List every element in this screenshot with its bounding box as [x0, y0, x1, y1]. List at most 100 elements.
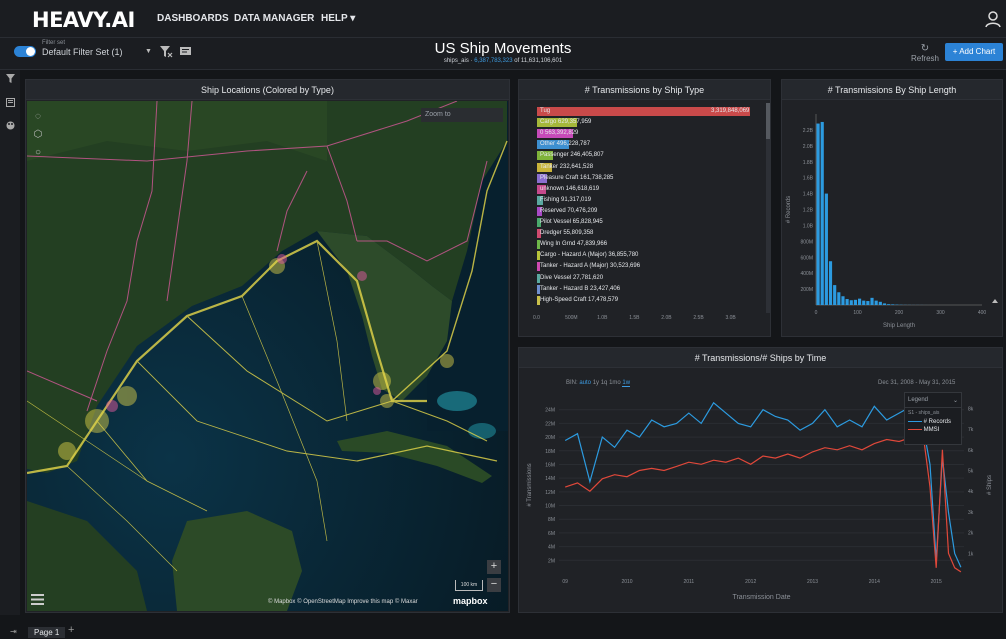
x-tick-label: 2015: [931, 579, 942, 585]
histogram-bar: [887, 304, 891, 305]
left-rail: [0, 70, 20, 615]
histogram-bar: [858, 298, 862, 305]
refresh-icon: ↻: [920, 43, 930, 54]
x-tick-label: 0: [815, 310, 818, 316]
zoom-out-button[interactable]: −: [487, 578, 501, 592]
filter-icon[interactable]: [6, 74, 15, 83]
histogram-bar: [828, 261, 833, 305]
bar-label-9: Reserved 70,476,209: [540, 207, 598, 214]
page-tab[interactable]: Page 1: [28, 627, 66, 638]
bar-label-16: Tanker - Hazard B 23,427,406: [540, 285, 621, 292]
y-tick-label: 8M: [548, 517, 555, 523]
histogram-bar: [874, 300, 878, 305]
bar-label-11: Dredger 55,809,358: [540, 230, 594, 237]
y-tick-label: 1.6B: [803, 176, 814, 182]
bar-label-17: High-Speed Craft 17,478,579: [540, 296, 619, 303]
nav-help[interactable]: HELP ▾: [321, 13, 355, 24]
y-tick-label: 2.0B: [803, 144, 814, 150]
lasso-tool-icon[interactable]: ◌: [31, 110, 45, 124]
bar-label-7: unknown 146,618,619: [540, 185, 600, 192]
bin-auto[interactable]: auto: [579, 380, 591, 386]
legend-title: Legend ⌄: [905, 393, 961, 408]
y-tick-label: 1.0B: [803, 223, 814, 229]
x-tick-label: 1.5B: [629, 315, 640, 321]
y-tick-label: 14M: [545, 476, 555, 482]
y-tick-label: 20M: [545, 435, 555, 441]
series-line-0: [564, 401, 962, 568]
x-tick-label: 09: [562, 579, 568, 585]
zoom-to-input[interactable]: Zoom to: [421, 108, 503, 122]
add-chart-button[interactable]: + Add Chart: [945, 43, 1003, 61]
dashboard-record-count: ships_ais · 6,387,783,323 of 11,631,106,…: [443, 58, 563, 64]
logo[interactable]: HEAVY.AI: [32, 8, 135, 32]
y-tick-label: 1.4B: [803, 192, 814, 198]
palette-icon[interactable]: [6, 121, 15, 130]
x-tick-label: 2010: [621, 579, 632, 585]
collapse-icon[interactable]: ⇥: [10, 627, 17, 636]
histogram-bar: [849, 300, 853, 305]
sql-icon[interactable]: [6, 98, 15, 107]
histogram-bar: [833, 285, 837, 305]
layers-icon[interactable]: [31, 594, 44, 605]
filtered-count: 6,387,783,323: [474, 58, 513, 64]
bar-label-10: Pilot Vessel 65,828,945: [540, 219, 603, 225]
bar-value-0: 3,319,848,069: [711, 108, 750, 114]
bin-1q[interactable]: 1q: [601, 380, 608, 386]
y2-tick-label: 4k: [968, 489, 974, 495]
map-panel-title[interactable]: Ship Locations (Colored by Type): [26, 80, 509, 100]
histogram-bar: [878, 301, 882, 305]
bin-selector: BIN: auto 1y 1q 1mo 1w: [566, 380, 631, 387]
ship-locations-map[interactable]: [27, 101, 508, 611]
mapbox-logo: mapbox: [453, 596, 488, 606]
bar-label-8: Fishing 91,317,019: [540, 196, 592, 203]
histogram-bar: [841, 296, 845, 305]
y-tick-label: 12M: [545, 490, 555, 496]
y-tick-label: 24M: [545, 408, 555, 414]
bin-1y[interactable]: 1y: [593, 380, 599, 386]
chart-legend[interactable]: Legend ⌄ S1 - ships_ais # Records MMSI: [904, 392, 962, 445]
lock-icon: [992, 299, 998, 303]
circle-tool-icon[interactable]: ○: [31, 146, 45, 160]
bar-label-13: Cargo - Hazard A (Major) 36,855,780: [540, 252, 639, 259]
legend-line-records: [908, 420, 922, 422]
y-tick-label: 4M: [548, 545, 555, 551]
ship-type-panel-title[interactable]: # Transmissions by Ship Type: [519, 80, 770, 100]
y2-tick-label: 3k: [968, 510, 974, 516]
x-tick-label: 2013: [807, 579, 818, 585]
add-page-button[interactable]: +: [68, 624, 74, 636]
bin-1w[interactable]: 1w: [622, 380, 631, 387]
histogram-bar: [853, 299, 857, 305]
nav-dashboards[interactable]: DASHBOARDS: [157, 13, 229, 24]
bar-label-14: Tanker - Hazard A (Major) 30,523,696: [540, 263, 641, 270]
ship-length-histogram[interactable]: 200M 400M 600M 800M 1.0B 1.2B 1.4B 1.6B 1.8B 2.0B…: [782, 100, 1002, 336]
refresh-label: Refresh: [910, 54, 939, 63]
scrollbar[interactable]: [766, 103, 770, 313]
x-tick-label: 500M: [565, 315, 578, 321]
bar-label-5: Tanker 232,641,528: [540, 163, 594, 170]
refresh-button[interactable]: ↻ Refresh: [910, 43, 940, 63]
histogram-bar: [870, 297, 874, 305]
dashboard-title[interactable]: US Ship Movements: [0, 40, 1006, 57]
zoom-in-button[interactable]: +: [487, 560, 501, 574]
bin-1mo[interactable]: 1mo: [609, 380, 621, 386]
user-icon[interactable]: [984, 10, 1002, 28]
bar-label-4: Passenger 246,405,807: [540, 152, 604, 159]
y-tick-label: 22M: [545, 421, 555, 427]
ship-length-panel-title[interactable]: # Transmissions By Ship Length: [782, 80, 1002, 100]
nav-data-manager[interactable]: DATA MANAGER: [234, 13, 314, 24]
table-name: ships_ais: [443, 58, 469, 64]
y-tick-label: 1.2B: [803, 208, 814, 214]
map-attribution[interactable]: © Mapbox © OpenStreetMap Improve this ma…: [268, 599, 418, 605]
map-canvas: [27, 101, 508, 611]
histogram-bar: [866, 301, 870, 305]
x-tick-label: 200: [895, 310, 904, 316]
y-tick-label: 2.2B: [803, 128, 814, 134]
x-tick-label: 2012: [745, 579, 756, 585]
bar-label-0: Tug: [540, 108, 551, 114]
time-panel-title[interactable]: # Transmissions/# Ships by Time: [519, 348, 1002, 368]
map-scale: 100 km: [455, 580, 483, 591]
histogram-bar: [824, 193, 828, 305]
polygon-tool-icon[interactable]: ⬡: [31, 128, 45, 142]
total-count: of 11,631,106,601: [514, 58, 563, 64]
y2-tick-label: 5k: [968, 469, 974, 475]
